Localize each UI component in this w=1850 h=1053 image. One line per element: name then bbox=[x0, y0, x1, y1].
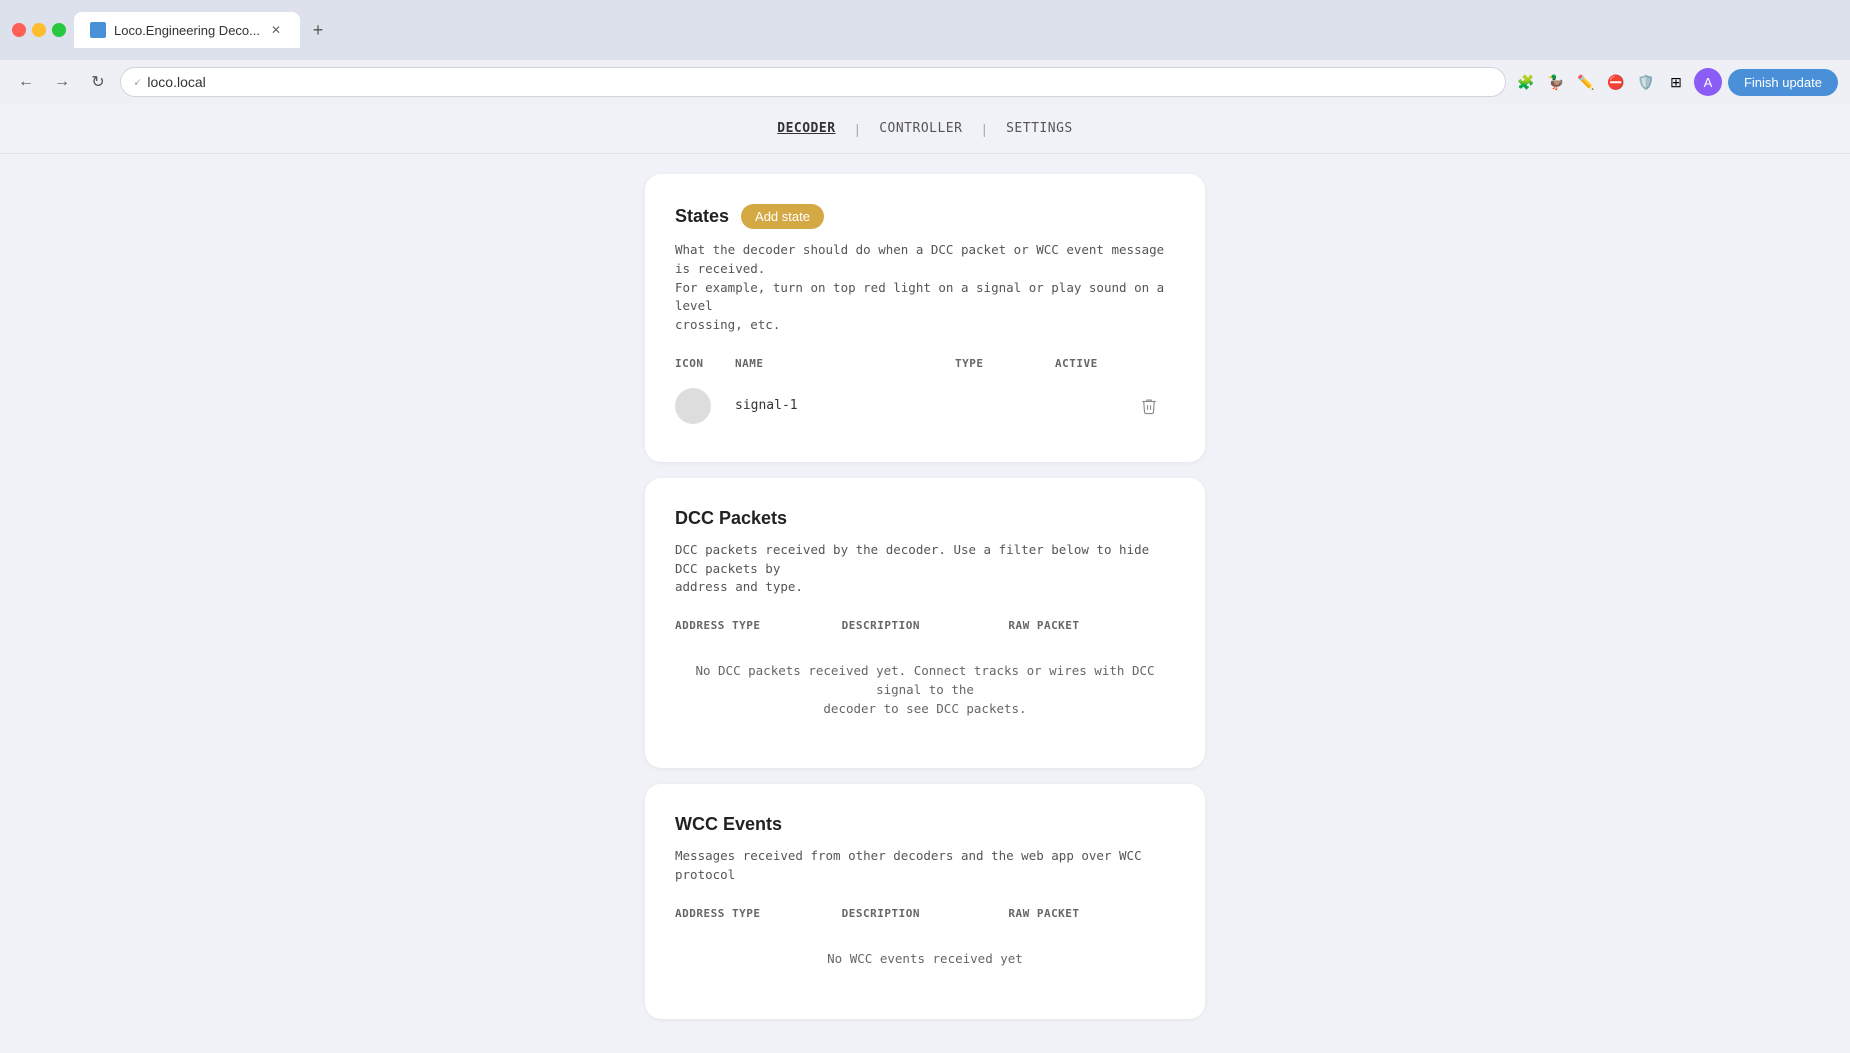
extension-duck-icon[interactable]: 🦆 bbox=[1544, 70, 1568, 94]
dcc-col-description: DESCRIPTION bbox=[842, 619, 1009, 632]
col-type: TYPE bbox=[955, 357, 1055, 370]
nav-link-settings[interactable]: SETTINGS bbox=[1006, 117, 1073, 140]
wcc-section-header: WCC Events bbox=[675, 814, 1175, 835]
address-lock-icon: 🗸 bbox=[133, 75, 141, 90]
window-close-button[interactable] bbox=[12, 23, 26, 37]
page-wrapper: DECODER | CONTROLLER | SETTINGS States A… bbox=[0, 104, 1850, 1039]
browser-avatar[interactable]: A bbox=[1694, 68, 1722, 96]
col-icon: ICON bbox=[675, 357, 735, 370]
browser-extensions: 🧩 🦆 ✏️ ⛔ 🛡️ ⊞ A Finish update bbox=[1514, 68, 1838, 96]
dcc-description: DCC packets received by the decoder. Use… bbox=[675, 541, 1175, 597]
wcc-col-raw-packet: RAW PACKET bbox=[1008, 907, 1175, 920]
tab-title: Loco.Engineering Deco... bbox=[114, 23, 260, 38]
states-section: States Add state What the decoder should… bbox=[645, 174, 1205, 462]
nav-separator-2: | bbox=[982, 121, 986, 137]
wcc-table-header: ADDRESS TYPE DESCRIPTION RAW PACKET bbox=[675, 901, 1175, 926]
extension-grid-icon[interactable]: ⊞ bbox=[1664, 70, 1688, 94]
states-section-header: States Add state bbox=[675, 204, 1175, 229]
address-text: loco.local bbox=[147, 74, 205, 90]
states-table: ICON NAME TYPE ACTIVE signal-1 bbox=[675, 351, 1175, 432]
address-bar[interactable]: 🗸 loco.local bbox=[120, 67, 1506, 97]
tab-favicon bbox=[90, 22, 106, 38]
dcc-empty-message: No DCC packets received yet. Connect tra… bbox=[675, 642, 1175, 738]
dcc-col-raw-packet: RAW PACKET bbox=[1008, 619, 1175, 632]
dcc-table-header: ADDRESS TYPE DESCRIPTION RAW PACKET bbox=[675, 613, 1175, 638]
extension-shield-icon[interactable]: 🛡️ bbox=[1634, 70, 1658, 94]
forward-button[interactable]: → bbox=[48, 68, 76, 96]
dcc-packets-table: ADDRESS TYPE DESCRIPTION RAW PACKET No D… bbox=[675, 613, 1175, 738]
nav-link-controller[interactable]: CONTROLLER bbox=[879, 117, 962, 140]
nav-link-decoder[interactable]: DECODER bbox=[777, 117, 835, 140]
browser-chrome: Loco.Engineering Deco... ✕ + bbox=[0, 0, 1850, 60]
state-row: signal-1 bbox=[675, 380, 1175, 432]
state-icon-cell bbox=[675, 388, 735, 424]
tab-close-button[interactable]: ✕ bbox=[268, 22, 284, 38]
back-button[interactable]: ← bbox=[12, 68, 40, 96]
window-maximize-button[interactable] bbox=[52, 23, 66, 37]
add-state-button[interactable]: Add state bbox=[741, 204, 824, 229]
wcc-description: Messages received from other decoders an… bbox=[675, 847, 1175, 885]
states-table-header: ICON NAME TYPE ACTIVE bbox=[675, 351, 1175, 376]
wcc-col-description: DESCRIPTION bbox=[842, 907, 1009, 920]
tab-bar: Loco.Engineering Deco... ✕ + bbox=[74, 12, 1838, 48]
top-nav: DECODER | CONTROLLER | SETTINGS bbox=[0, 104, 1850, 154]
col-actions bbox=[1135, 357, 1175, 370]
wcc-title: WCC Events bbox=[675, 814, 782, 835]
reload-button[interactable]: ↻ bbox=[84, 68, 112, 96]
col-active: ACTIVE bbox=[1055, 357, 1135, 370]
nav-separator-1: | bbox=[856, 121, 860, 137]
wcc-events-section: WCC Events Messages received from other … bbox=[645, 784, 1205, 1018]
wcc-events-table: ADDRESS TYPE DESCRIPTION RAW PACKET No W… bbox=[675, 901, 1175, 989]
col-name: NAME bbox=[735, 357, 955, 370]
extension-puzzle-icon[interactable]: 🧩 bbox=[1514, 70, 1538, 94]
state-icon bbox=[675, 388, 711, 424]
extension-pen-icon[interactable]: ✏️ bbox=[1574, 70, 1598, 94]
states-description: What the decoder should do when a DCC pa… bbox=[675, 241, 1175, 335]
dcc-section-header: DCC Packets bbox=[675, 508, 1175, 529]
dcc-packets-section: DCC Packets DCC packets received by the … bbox=[645, 478, 1205, 769]
active-tab[interactable]: Loco.Engineering Deco... ✕ bbox=[74, 12, 300, 48]
state-delete-button[interactable] bbox=[1135, 392, 1163, 420]
new-tab-button[interactable]: + bbox=[304, 16, 332, 44]
dcc-title: DCC Packets bbox=[675, 508, 787, 529]
window-minimize-button[interactable] bbox=[32, 23, 46, 37]
main-container: States Add state What the decoder should… bbox=[645, 154, 1205, 1039]
state-name: signal-1 bbox=[735, 398, 955, 413]
dcc-col-address-type: ADDRESS TYPE bbox=[675, 619, 842, 632]
window-controls bbox=[12, 23, 66, 37]
states-title: States bbox=[675, 206, 729, 227]
wcc-col-address-type: ADDRESS TYPE bbox=[675, 907, 842, 920]
extension-block-icon[interactable]: ⛔ bbox=[1604, 70, 1628, 94]
wcc-empty-message: No WCC events received yet bbox=[675, 930, 1175, 989]
browser-toolbar: ← → ↻ 🗸 loco.local 🧩 🦆 ✏️ ⛔ 🛡️ ⊞ A Finis… bbox=[0, 60, 1850, 104]
finish-update-button[interactable]: Finish update bbox=[1728, 69, 1838, 96]
